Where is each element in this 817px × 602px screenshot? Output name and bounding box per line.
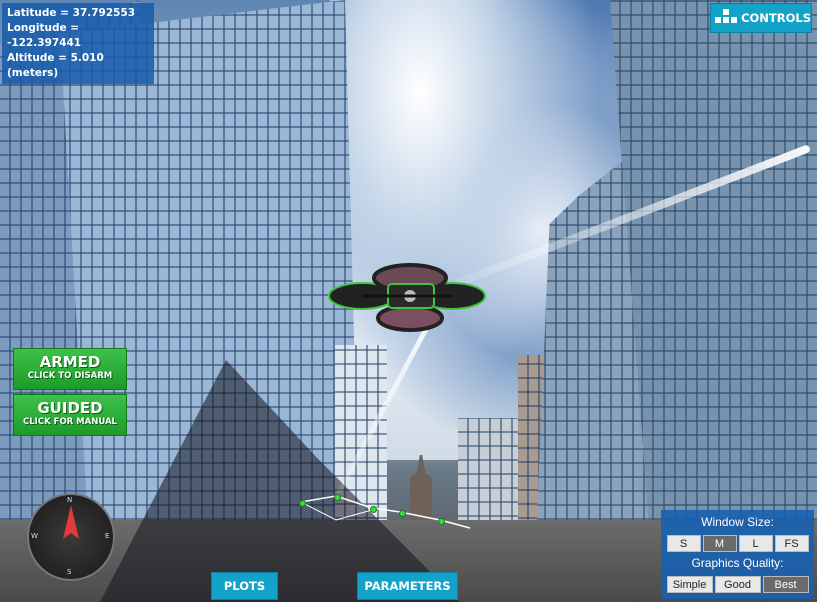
graphics-good[interactable]: Good bbox=[714, 576, 761, 593]
graphics-quality-options: Simple Good Best bbox=[661, 576, 814, 593]
waypoint-marker bbox=[399, 510, 406, 517]
compass-south: S bbox=[67, 568, 72, 576]
compass-north: N bbox=[67, 496, 73, 504]
armed-title: ARMED bbox=[39, 353, 101, 371]
parameters-button[interactable]: PARAMETERS bbox=[357, 572, 458, 600]
graphics-best[interactable]: Best bbox=[762, 576, 809, 593]
compass: N S W E bbox=[27, 493, 115, 581]
window-size-m[interactable]: M bbox=[702, 535, 737, 552]
window-size-label: Window Size: bbox=[701, 515, 774, 529]
controls-button[interactable]: CONTROLS bbox=[710, 3, 812, 33]
plots-button[interactable]: PLOTS bbox=[211, 572, 278, 600]
waypoint-marker bbox=[299, 500, 306, 507]
compass-west: W bbox=[31, 532, 38, 540]
simulator-viewport[interactable]: Latitude = 37.792553 Longitude = -122.39… bbox=[0, 0, 817, 602]
compass-east: E bbox=[105, 532, 110, 540]
armed-subtitle: CLICK TO DISARM bbox=[27, 371, 113, 381]
armed-button[interactable]: ARMED CLICK TO DISARM bbox=[13, 348, 127, 390]
graphics-simple[interactable]: Simple bbox=[666, 576, 713, 593]
plots-label: PLOTS bbox=[223, 579, 266, 593]
compass-needle-icon bbox=[63, 505, 79, 539]
guided-subtitle: CLICK FOR MANUAL bbox=[23, 417, 117, 427]
altitude-readout: Altitude = 5.010 (meters) bbox=[7, 52, 104, 79]
longitude-readout: Longitude = -122.397441 bbox=[7, 22, 82, 49]
quadcopter-drone bbox=[328, 263, 486, 332]
telemetry-panel: Latitude = 37.792553 Longitude = -122.39… bbox=[2, 3, 154, 84]
window-size-options: S M L FS bbox=[661, 535, 814, 552]
grid-icon bbox=[715, 9, 737, 27]
guided-title: GUIDED bbox=[37, 399, 103, 417]
parameters-label: PARAMETERS bbox=[364, 579, 451, 593]
settings-panel: Window Size: S M L FS Graphics Quality: … bbox=[661, 510, 814, 599]
latitude-readout: Latitude = 37.792553 bbox=[7, 7, 136, 19]
waypoint-marker bbox=[438, 518, 445, 525]
graphics-quality-label: Graphics Quality: bbox=[691, 556, 784, 570]
waypoint-marker bbox=[370, 506, 377, 513]
controls-label: CONTROLS bbox=[741, 11, 811, 25]
window-size-s[interactable]: S bbox=[666, 535, 701, 552]
window-size-l[interactable]: L bbox=[738, 535, 773, 552]
window-size-fs[interactable]: FS bbox=[774, 535, 809, 552]
guided-button[interactable]: GUIDED CLICK FOR MANUAL bbox=[13, 394, 127, 436]
waypoint-marker bbox=[334, 494, 341, 501]
